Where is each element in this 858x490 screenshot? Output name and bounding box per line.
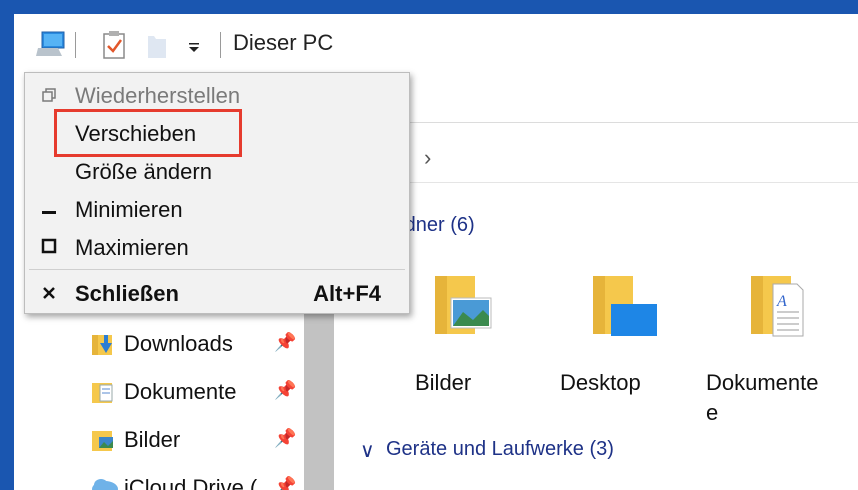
menu-item-resize[interactable]: Größe ändern bbox=[25, 153, 409, 191]
nav-item-label: Bilder bbox=[124, 427, 181, 452]
documents-folder-icon: A bbox=[737, 276, 817, 349]
nav-item-label: iCloud Drive ( bbox=[124, 475, 258, 490]
nav-item-label: Downloads bbox=[124, 331, 233, 356]
title-separator bbox=[75, 32, 76, 58]
pin-icon[interactable]: 📌 bbox=[274, 380, 296, 401]
menu-item-label: Größe ändern bbox=[75, 159, 212, 184]
folder-tile-documents[interactable]: A bbox=[722, 264, 832, 350]
folder-label: Desktop bbox=[560, 370, 641, 395]
address-divider bbox=[406, 182, 858, 183]
nav-item-documents[interactable]: Dokumente bbox=[90, 376, 237, 408]
close-icon bbox=[37, 284, 61, 305]
collapse-chevron-icon[interactable]: ∨ bbox=[360, 438, 375, 463]
folder-label: e bbox=[706, 400, 719, 425]
menu-item-maximize[interactable]: Maximieren bbox=[25, 229, 409, 267]
desktop-folder-icon bbox=[579, 276, 659, 349]
nav-scrollbar[interactable] bbox=[304, 304, 334, 490]
dropdown-arrow-icon[interactable] bbox=[188, 40, 200, 58]
pictures-folder-icon bbox=[421, 276, 501, 349]
pictures-folder-icon bbox=[90, 427, 116, 453]
nav-item-icloud[interactable]: iCloud Drive ( bbox=[90, 472, 257, 490]
nav-item-pictures[interactable]: Bilder bbox=[90, 424, 180, 456]
ribbon-divider bbox=[406, 122, 858, 123]
nav-item-downloads[interactable]: Downloads bbox=[90, 328, 233, 360]
window-title: Dieser PC bbox=[233, 30, 334, 55]
address-chevron-icon[interactable]: › bbox=[424, 145, 431, 171]
menu-item-shortcut: Alt+F4 bbox=[313, 281, 381, 306]
menu-item-minimize[interactable]: Minimieren bbox=[25, 191, 409, 229]
menu-item-label: Wiederherstellen bbox=[75, 83, 241, 108]
menu-item-label: Schließen bbox=[75, 281, 179, 306]
menu-separator bbox=[29, 269, 405, 270]
icloud-icon bbox=[90, 475, 118, 490]
downloads-folder-icon bbox=[90, 331, 116, 357]
system-menu: Wiederherstellen Verschieben Größe änder… bbox=[24, 72, 410, 314]
menu-item-label: Minimieren bbox=[75, 197, 183, 222]
highlight-box bbox=[54, 109, 242, 157]
nav-item-label: Dokumente bbox=[124, 379, 237, 404]
maximize-icon bbox=[37, 238, 61, 259]
restore-icon bbox=[37, 86, 61, 107]
folder-tile-desktop[interactable] bbox=[564, 264, 674, 350]
title-bar[interactable]: Dieser PC bbox=[14, 14, 858, 74]
checkmark-properties-icon[interactable] bbox=[101, 30, 127, 65]
folder-label: Bilder bbox=[415, 370, 472, 395]
title-separator bbox=[220, 32, 221, 58]
svg-text:A: A bbox=[776, 293, 787, 310]
navigation-pane: Downloads 📌 Dokumente 📌 Bilder 📌 iCloud … bbox=[14, 304, 334, 490]
folder-label: Dokumente bbox=[706, 370, 819, 395]
pin-icon[interactable]: 📌 bbox=[274, 428, 296, 449]
documents-folder-icon bbox=[90, 379, 116, 405]
menu-item-close[interactable]: Schließen Alt+F4 bbox=[25, 275, 409, 313]
new-folder-icon[interactable] bbox=[146, 32, 168, 65]
pin-icon[interactable]: 📌 bbox=[274, 476, 296, 490]
computer-icon[interactable] bbox=[36, 30, 66, 63]
minimize-icon bbox=[37, 200, 61, 221]
explorer-window: Dieser PC › Downloads 📌 Dokumente 📌 Bild… bbox=[14, 14, 858, 490]
content-area: rdner (6) Bilder Desktop A Dokumente e ∨… bbox=[354, 184, 858, 490]
pin-icon[interactable]: 📌 bbox=[274, 332, 296, 353]
group-title-devices[interactable]: Geräte und Laufwerke (3) bbox=[386, 438, 614, 461]
menu-item-label: Maximieren bbox=[75, 235, 189, 260]
folder-tile-pictures[interactable] bbox=[406, 264, 516, 350]
